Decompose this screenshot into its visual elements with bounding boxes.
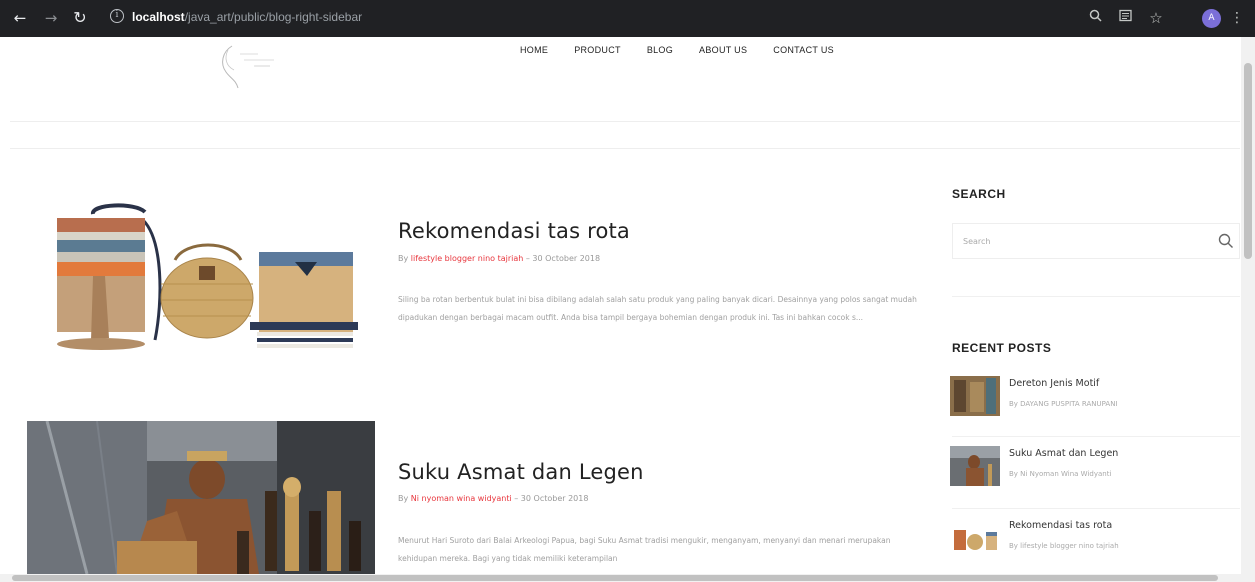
nav-about-us[interactable]: ABOUT US xyxy=(699,45,747,55)
recent-post-author: By DAYANG PUSPITA RANUPANI xyxy=(1009,400,1118,408)
reload-icon[interactable]: ↻ xyxy=(70,8,90,28)
profile-avatar[interactable]: A xyxy=(1202,9,1221,28)
browser-toolbar: ← → ↻ i localhost/java_art/public/blog-r… xyxy=(0,0,1255,37)
main-nav: HOME PRODUCT BLOG ABOUT US CONTACT US xyxy=(520,45,860,55)
recent-post-thumbnail[interactable] xyxy=(950,518,1000,558)
recent-post-author: By lifestyle blogger nino tajriah xyxy=(1009,542,1119,550)
recent-divider xyxy=(952,508,1240,509)
nav-home[interactable]: HOME xyxy=(520,45,548,55)
recent-post-thumbnail[interactable] xyxy=(950,376,1000,416)
post-title[interactable]: Rekomendasi tas rota xyxy=(398,219,630,243)
recent-post-author: By Ni Nyoman Wina Widyanti xyxy=(1009,470,1112,478)
recent-post-item[interactable]: Suku Asmat dan Legen By Ni Nyoman Wina W… xyxy=(950,446,1240,504)
recent-post-thumbnail[interactable] xyxy=(950,446,1000,486)
post-image-asmat-carving[interactable] xyxy=(27,421,375,574)
post-date: – 30 October 2018 xyxy=(511,494,589,503)
back-arrow-icon[interactable]: ← xyxy=(10,8,30,28)
url-text[interactable]: localhost/java_art/public/blog-right-sid… xyxy=(132,10,362,24)
nav-contact-us[interactable]: CONTACT US xyxy=(773,45,834,55)
forward-arrow-icon[interactable]: → xyxy=(41,8,61,28)
horizontal-scrollbar-thumb[interactable] xyxy=(12,575,1218,581)
post-meta: By lifestyle blogger nino tajriah – 30 O… xyxy=(398,254,600,263)
vertical-scrollbar[interactable] xyxy=(1241,37,1255,574)
vertical-scrollbar-thumb[interactable] xyxy=(1244,63,1252,259)
menu-kebab-icon[interactable]: ⋮ xyxy=(1228,9,1246,27)
recent-post-title[interactable]: Dereton Jenis Motif xyxy=(1009,378,1099,389)
recent-post-title[interactable]: Suku Asmat dan Legen xyxy=(1009,448,1118,459)
recent-divider xyxy=(952,436,1240,437)
post-meta-by: By xyxy=(398,494,411,503)
post-author-link[interactable]: Ni nyoman wina widyanti xyxy=(411,494,512,503)
search-heading: SEARCH xyxy=(952,187,1006,201)
zoom-icon[interactable] xyxy=(1086,9,1104,27)
url-path: /java_art/public/blog-right-sidebar xyxy=(184,10,363,24)
header-divider-bottom xyxy=(10,148,1240,149)
post-excerpt: Menurut Hari Suroto dari Balai Arkeologi… xyxy=(398,536,891,563)
search-box xyxy=(952,223,1240,259)
post-date: – 30 October 2018 xyxy=(523,254,601,263)
post-author-link[interactable]: lifestyle blogger nino tajriah xyxy=(411,254,524,263)
search-icon[interactable] xyxy=(1217,232,1235,250)
reading-mode-icon[interactable] xyxy=(1116,9,1134,27)
recent-post-item[interactable]: Rekomendasi tas rota By lifestyle blogge… xyxy=(950,518,1240,576)
url-host: localhost xyxy=(132,10,185,24)
nav-product[interactable]: PRODUCT xyxy=(574,45,621,55)
recent-posts-heading: RECENT POSTS xyxy=(952,341,1052,355)
sidebar-divider xyxy=(952,296,1240,297)
recent-post-item[interactable]: Dereton Jenis Motif By DAYANG PUSPITA RA… xyxy=(950,376,1240,434)
header-divider-top xyxy=(10,121,1240,122)
site-info-icon[interactable]: i xyxy=(110,9,124,23)
post-image-bags[interactable] xyxy=(45,200,365,360)
nav-blog[interactable]: BLOG xyxy=(647,45,673,55)
post-excerpt: Siling ba rotan berbentuk bulat ini bisa… xyxy=(398,295,917,322)
search-input[interactable] xyxy=(963,233,1203,249)
post-meta-by: By xyxy=(398,254,411,263)
post-meta: By Ni nyoman wina widyanti – 30 October … xyxy=(398,494,588,503)
post-title[interactable]: Suku Asmat dan Legen xyxy=(398,460,644,484)
recent-post-title[interactable]: Rekomendasi tas rota xyxy=(1009,520,1112,531)
bookmark-star-icon[interactable]: ☆ xyxy=(1147,9,1165,27)
horizontal-scrollbar[interactable] xyxy=(0,574,1255,582)
site-logo[interactable] xyxy=(210,42,280,90)
